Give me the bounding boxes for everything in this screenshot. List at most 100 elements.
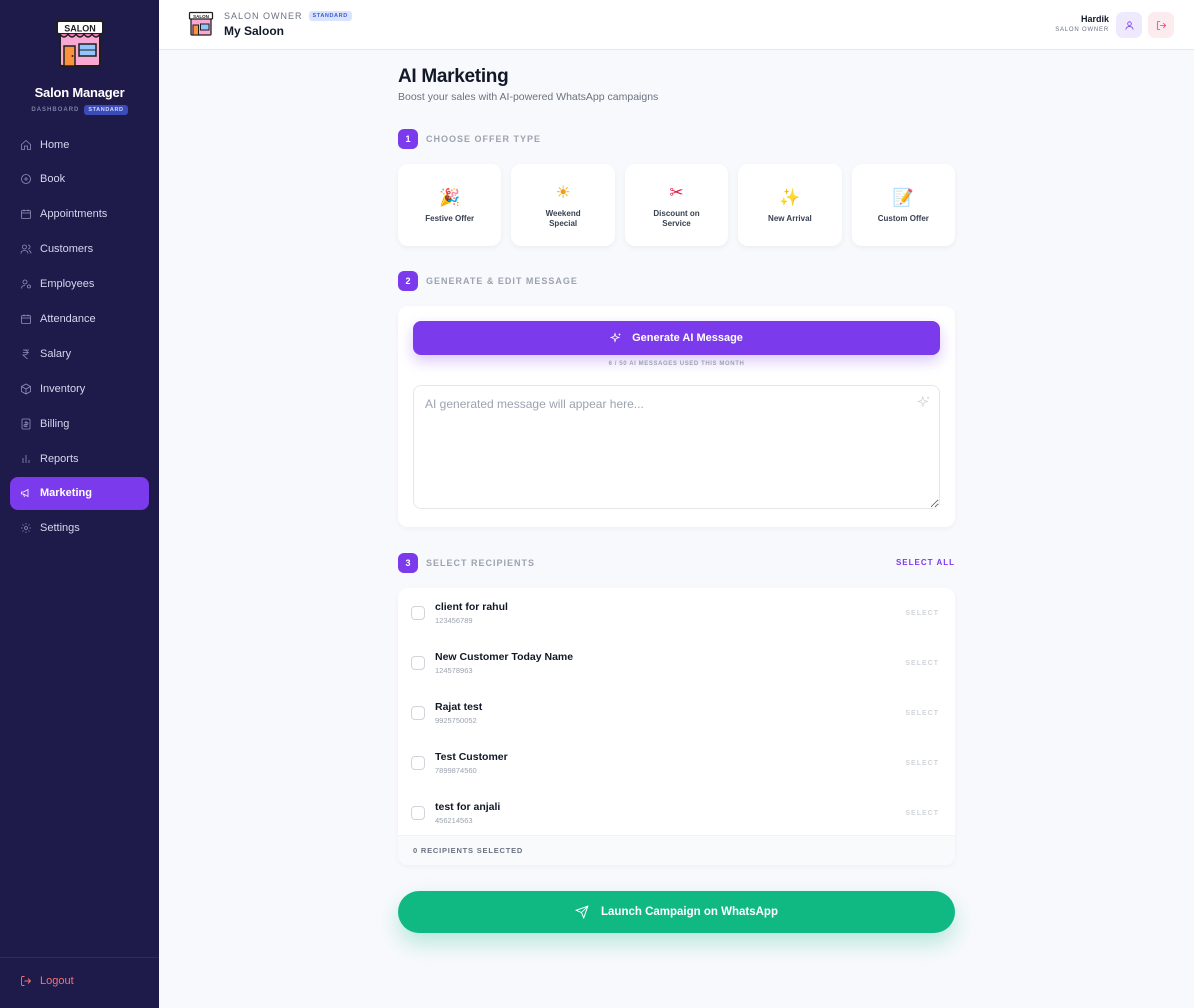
offer-label: Festive Offer — [425, 213, 475, 223]
sidebar-item-label: Book — [40, 173, 66, 186]
select-all-button[interactable]: SELECT ALL — [896, 558, 955, 567]
offer-new-arrival[interactable]: ✨ New Arrival — [738, 164, 842, 246]
plan-badge: STANDARD — [84, 105, 128, 115]
memo-icon: 📝 — [892, 187, 914, 208]
step-label: SELECT RECIPIENTS — [426, 558, 536, 568]
recipients-list: client for rahul 123456789 SELECT New Cu… — [398, 588, 955, 865]
sidebar-item-salary[interactable]: Salary — [10, 337, 149, 370]
step-number: 3 — [398, 553, 418, 573]
recipient-row[interactable]: client for rahul 123456789 SELECT — [398, 588, 955, 638]
launch-campaign-button[interactable]: Launch Campaign on WhatsApp — [398, 891, 955, 933]
recipient-checkbox[interactable] — [411, 806, 425, 820]
svg-text:SALON: SALON — [64, 24, 96, 34]
recipient-row[interactable]: New Customer Today Name 124578963 SELECT — [398, 638, 955, 688]
header-plan-badge: STANDARD — [308, 11, 352, 21]
sidebar-item-employees[interactable]: Employees — [10, 268, 149, 301]
rupee-icon — [21, 349, 29, 360]
sidebar-item-home[interactable]: Home — [10, 128, 149, 161]
recipient-name: Rajat test — [435, 701, 483, 713]
brand-name: Salon Manager — [34, 85, 125, 100]
sidebar-item-customers[interactable]: Customers — [10, 233, 149, 266]
send-icon — [575, 905, 589, 919]
offer-label: Custom Offer — [877, 213, 929, 223]
sidebar-item-appointments[interactable]: Appointments — [10, 198, 149, 231]
scissors-icon: ✂ — [669, 182, 684, 203]
recipient-phone: 456214563 — [435, 816, 473, 825]
recipient-row[interactable]: test for anjali 456214563 SELECT — [398, 788, 955, 838]
gear-icon — [21, 523, 31, 534]
sidebar-item-label: Reports — [40, 452, 79, 465]
receipt-icon — [21, 418, 31, 430]
recipient-row[interactable]: Rajat test 9925750052 SELECT — [398, 688, 955, 738]
user-role: SALON OWNER — [1055, 27, 1109, 33]
sidebar-item-billing[interactable]: Billing — [10, 407, 149, 440]
recipient-select-label[interactable]: SELECT — [905, 610, 939, 617]
sidebar-item-label: Billing — [40, 417, 70, 430]
offer-weekend-special[interactable]: ☀ Weekend Special — [511, 164, 615, 246]
offer-custom[interactable]: 📝 Custom Offer — [851, 164, 956, 246]
sidebar-item-marketing[interactable]: Marketing — [10, 476, 149, 510]
offer-label: Discount on Service — [653, 208, 700, 228]
sun-icon: ☀ — [555, 182, 571, 203]
user-cog-icon — [21, 279, 31, 289]
message-textarea[interactable] — [413, 385, 940, 509]
user-info: Hardik SALON OWNER — [1055, 14, 1109, 33]
step-label: GENERATE & EDIT MESSAGE — [426, 276, 578, 286]
sidebar-item-label: Appointments — [40, 208, 108, 221]
party-popper-icon: 🎉 — [439, 187, 461, 208]
recipient-select-label[interactable]: SELECT — [905, 710, 939, 717]
recipient-select-label[interactable]: SELECT — [905, 660, 939, 667]
sidebar-item-label: Salary — [40, 347, 72, 360]
logout-icon — [1156, 20, 1166, 30]
recipient-phone: 124578963 — [435, 666, 473, 675]
recipient-name: New Customer Today Name — [435, 651, 574, 663]
sidebar-item-inventory[interactable]: Inventory — [10, 372, 149, 405]
offer-festive[interactable]: 🎉 Festive Offer — [398, 164, 502, 246]
page-title: AI Marketing — [398, 66, 509, 87]
recipient-checkbox[interactable] — [411, 756, 425, 770]
logout-button[interactable]: Logout — [20, 975, 74, 987]
step-select-recipients: 3 SELECT RECIPIENTS — [398, 553, 535, 573]
sparkles-icon — [610, 332, 621, 343]
sidebar: SALON Salon Manager DASHBOARD STANDARD H… — [0, 0, 159, 1008]
user-icon — [1124, 20, 1134, 30]
recipient-checkbox[interactable] — [411, 606, 425, 620]
header-logout-button[interactable] — [1148, 12, 1174, 38]
step-number: 2 — [398, 271, 418, 291]
step-number: 1 — [398, 129, 418, 149]
recipient-checkbox[interactable] — [411, 656, 425, 670]
sidebar-item-attendance[interactable]: Attendance — [10, 302, 149, 335]
header-role-label: SALON OWNER — [224, 11, 303, 21]
sparkles-icon: ✨ — [779, 187, 801, 208]
recipient-checkbox[interactable] — [411, 706, 425, 720]
recipient-row[interactable]: Test Customer 7899874560 SELECT — [398, 738, 955, 788]
sidebar-item-settings[interactable]: Settings — [10, 512, 149, 545]
step-generate-message: 2 GENERATE & EDIT MESSAGE — [398, 271, 578, 291]
recipient-select-label[interactable]: SELECT — [905, 760, 939, 767]
profile-button[interactable] — [1116, 12, 1142, 38]
users-icon — [20, 244, 32, 254]
svg-text:SALON: SALON — [193, 14, 209, 19]
launch-button-label: Launch Campaign on WhatsApp — [601, 906, 778, 918]
offer-discount-on-service[interactable]: ✂ Discount on Service — [624, 164, 729, 246]
sidebar-item-reports[interactable]: Reports — [10, 442, 149, 475]
recipients-selected-count: 0 RECIPIENTS SELECTED — [398, 835, 955, 865]
megaphone-icon — [21, 489, 29, 498]
salon-logo-icon: SALON — [188, 11, 214, 36]
recipient-select-label[interactable]: SELECT — [905, 810, 939, 817]
sidebar-item-label: Marketing — [40, 487, 92, 500]
step-choose-offer: 1 CHOOSE OFFER TYPE — [398, 129, 541, 149]
salon-name: My Saloon — [224, 24, 285, 38]
sidebar-nav: Home Book Appointments Customers Employe… — [10, 128, 149, 547]
user-name: Hardik — [1080, 14, 1109, 24]
sidebar-item-book[interactable]: Book — [10, 163, 149, 196]
message-card: Generate AI Message 6 / 50 AI MESSAGES U… — [398, 306, 955, 527]
offer-label: Weekend Special — [545, 208, 581, 228]
offer-type-list: 🎉 Festive Offer ☀ Weekend Special ✂ Disc… — [398, 164, 956, 246]
recipient-name: client for rahul — [435, 601, 508, 613]
sidebar-item-label: Attendance — [40, 312, 96, 325]
recipient-phone: 123456789 — [435, 616, 473, 625]
generate-ai-message-button[interactable]: Generate AI Message — [413, 321, 940, 355]
recipient-phone: 9925750052 — [435, 716, 477, 725]
sidebar-item-label: Customers — [40, 243, 94, 256]
